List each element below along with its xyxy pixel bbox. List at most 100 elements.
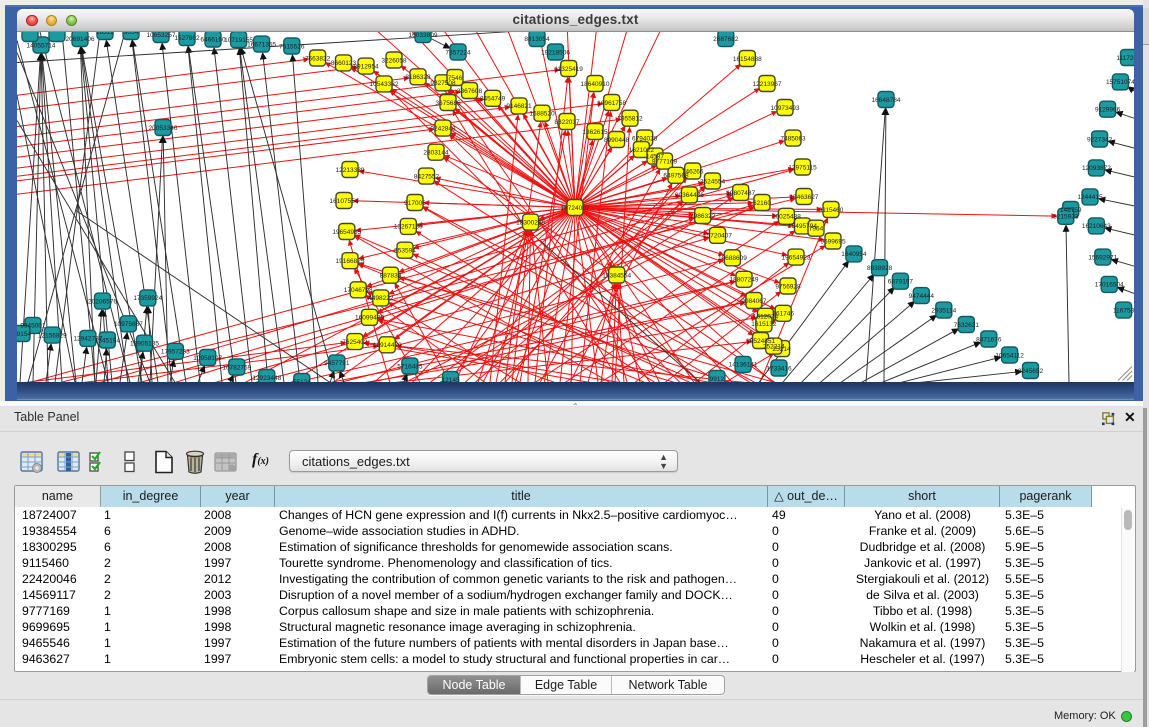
svg-text:10543382: 10543382 — [370, 81, 399, 88]
svg-text:7964: 7964 — [809, 225, 824, 232]
svg-text:15692971: 15692971 — [1088, 254, 1117, 261]
svg-text:1640954: 1640954 — [841, 251, 867, 258]
svg-text:14136141: 14136141 — [729, 361, 758, 368]
svg-text:9129966: 9129966 — [1095, 106, 1121, 113]
svg-text:887833: 887833 — [380, 272, 402, 279]
svg-text:18724007: 18724007 — [561, 204, 590, 211]
svg-text:1612074: 1612074 — [753, 313, 779, 320]
svg-text:20364436: 20364436 — [675, 192, 704, 199]
svg-text:3215933: 3215933 — [1053, 213, 1079, 220]
svg-text:17046798: 17046798 — [344, 287, 373, 294]
svg-text:10688609: 10688609 — [718, 255, 747, 262]
svg-text:7986322: 7986322 — [690, 212, 716, 219]
svg-text:7663822: 7663822 — [305, 55, 331, 62]
svg-text:11325419: 11325419 — [554, 65, 583, 72]
svg-text:19654985: 19654985 — [332, 228, 361, 235]
svg-text:853594: 853594 — [394, 247, 416, 254]
svg-text:3624554: 3624554 — [700, 178, 726, 185]
svg-text:19384554: 19384554 — [602, 272, 631, 279]
svg-text:16648784: 16648784 — [872, 96, 901, 103]
svg-text:252214: 252214 — [763, 343, 785, 350]
svg-text:18807249: 18807249 — [730, 276, 759, 283]
svg-text:10958107: 10958107 — [193, 354, 222, 361]
svg-text:7515526: 7515526 — [279, 43, 305, 50]
svg-text:12093872: 12093872 — [1082, 165, 1111, 172]
svg-text:10973493: 10973493 — [771, 104, 800, 111]
svg-text:17957253: 17957253 — [161, 348, 190, 355]
svg-text:9474444: 9474444 — [909, 292, 935, 299]
svg-text:15720407: 15720407 — [703, 232, 732, 239]
svg-text:6879197: 6879197 — [888, 278, 914, 285]
svg-text:12975115: 12975115 — [788, 164, 817, 171]
svg-text:16961758: 16961758 — [597, 99, 626, 106]
svg-text:8938928: 8938928 — [867, 265, 893, 272]
svg-text:7546: 7546 — [448, 74, 463, 81]
svg-text:6794028: 6794028 — [632, 135, 658, 142]
svg-text:9242848: 9242848 — [430, 125, 456, 132]
svg-text:2687682: 2687682 — [713, 35, 739, 42]
svg-text:16782759: 16782759 — [222, 364, 251, 371]
svg-text:10975867: 10975867 — [114, 321, 143, 328]
svg-text:99154: 99154 — [17, 330, 31, 337]
svg-text:20691406: 20691406 — [66, 35, 95, 42]
svg-text:18640910: 18640910 — [581, 80, 610, 87]
svg-text:17016504: 17016504 — [1095, 281, 1124, 288]
svg-text:19463627: 19463627 — [790, 193, 819, 200]
svg-text:2803144: 2803144 — [423, 149, 449, 156]
svg-text:4498222: 4498222 — [368, 295, 394, 302]
svg-text:10654112: 10654112 — [995, 352, 1024, 359]
svg-text:1362615: 1362615 — [582, 128, 608, 135]
svg-text:12213389: 12213389 — [336, 166, 365, 173]
svg-text:16210643: 16210643 — [1082, 223, 1111, 230]
svg-text:6466160: 6466160 — [200, 36, 226, 43]
svg-text:16671355: 16671355 — [247, 41, 276, 48]
svg-text:9457791: 9457791 — [324, 360, 350, 367]
svg-text:7632621: 7632621 — [954, 321, 980, 328]
svg-text:9227342: 9227342 — [1087, 136, 1113, 143]
svg-text:12213967: 12213967 — [753, 80, 782, 87]
svg-text:7955812: 7955812 — [617, 115, 643, 122]
svg-text:3675685: 3675685 — [435, 99, 461, 106]
svg-text:20206576: 20206576 — [88, 298, 117, 305]
svg-text:12923448: 12923448 — [252, 374, 281, 381]
svg-text:8990448: 8990448 — [604, 136, 630, 143]
svg-text:20053346: 20053346 — [149, 124, 178, 131]
svg-text:8912954: 8912954 — [353, 63, 379, 70]
svg-text:12156829: 12156829 — [38, 332, 67, 339]
svg-text:62160: 62160 — [753, 199, 771, 206]
svg-text:1117204: 1117204 — [1116, 54, 1134, 61]
svg-text:18312: 18312 — [96, 32, 114, 36]
svg-text:7485063: 7485063 — [780, 135, 806, 142]
svg-text:8322037: 8322037 — [554, 118, 580, 125]
svg-text:18300295: 18300295 — [516, 219, 545, 226]
svg-text:116753: 116753 — [1113, 307, 1134, 314]
svg-text:1588520: 1588520 — [529, 110, 555, 117]
svg-text:16033809: 16033809 — [409, 32, 438, 39]
svg-text:9756928: 9756928 — [775, 283, 801, 290]
svg-text:917006: 917006 — [404, 199, 426, 206]
svg-text:9054: 9054 — [124, 32, 139, 36]
svg-text:2367608: 2367608 — [457, 87, 483, 94]
svg-text:10653257: 10653257 — [147, 32, 176, 39]
svg-text:19218506: 19218506 — [541, 49, 570, 56]
svg-text:9912: 9912 — [710, 375, 725, 381]
svg-text:6497568: 6497568 — [663, 172, 689, 179]
svg-text:5716485: 5716485 — [397, 363, 423, 370]
svg-text:15751074: 15751074 — [1106, 79, 1134, 86]
svg-text:1345194: 1345194 — [95, 337, 121, 344]
svg-text:9115460: 9115460 — [819, 206, 844, 213]
svg-text:14055714: 14055714 — [27, 42, 56, 49]
svg-text:8454749: 8454749 — [480, 95, 506, 102]
svg-text:3226058: 3226058 — [381, 57, 407, 64]
svg-text:1615132: 1615132 — [751, 321, 777, 328]
svg-text:1733416: 1733416 — [766, 365, 792, 372]
svg-text:8813054: 8813054 — [524, 35, 550, 42]
svg-text:1527602: 1527602 — [174, 34, 200, 41]
svg-text:10807487: 10807487 — [726, 189, 755, 196]
svg-text:12905135: 12905135 — [130, 340, 159, 347]
svg-text:12145: 12145 — [442, 376, 460, 381]
svg-text:7357224: 7357224 — [445, 49, 471, 56]
svg-text:13267130: 13267130 — [394, 223, 423, 230]
svg-text:7625402: 7625402 — [342, 338, 368, 345]
svg-text:8427552: 8427552 — [414, 173, 440, 180]
